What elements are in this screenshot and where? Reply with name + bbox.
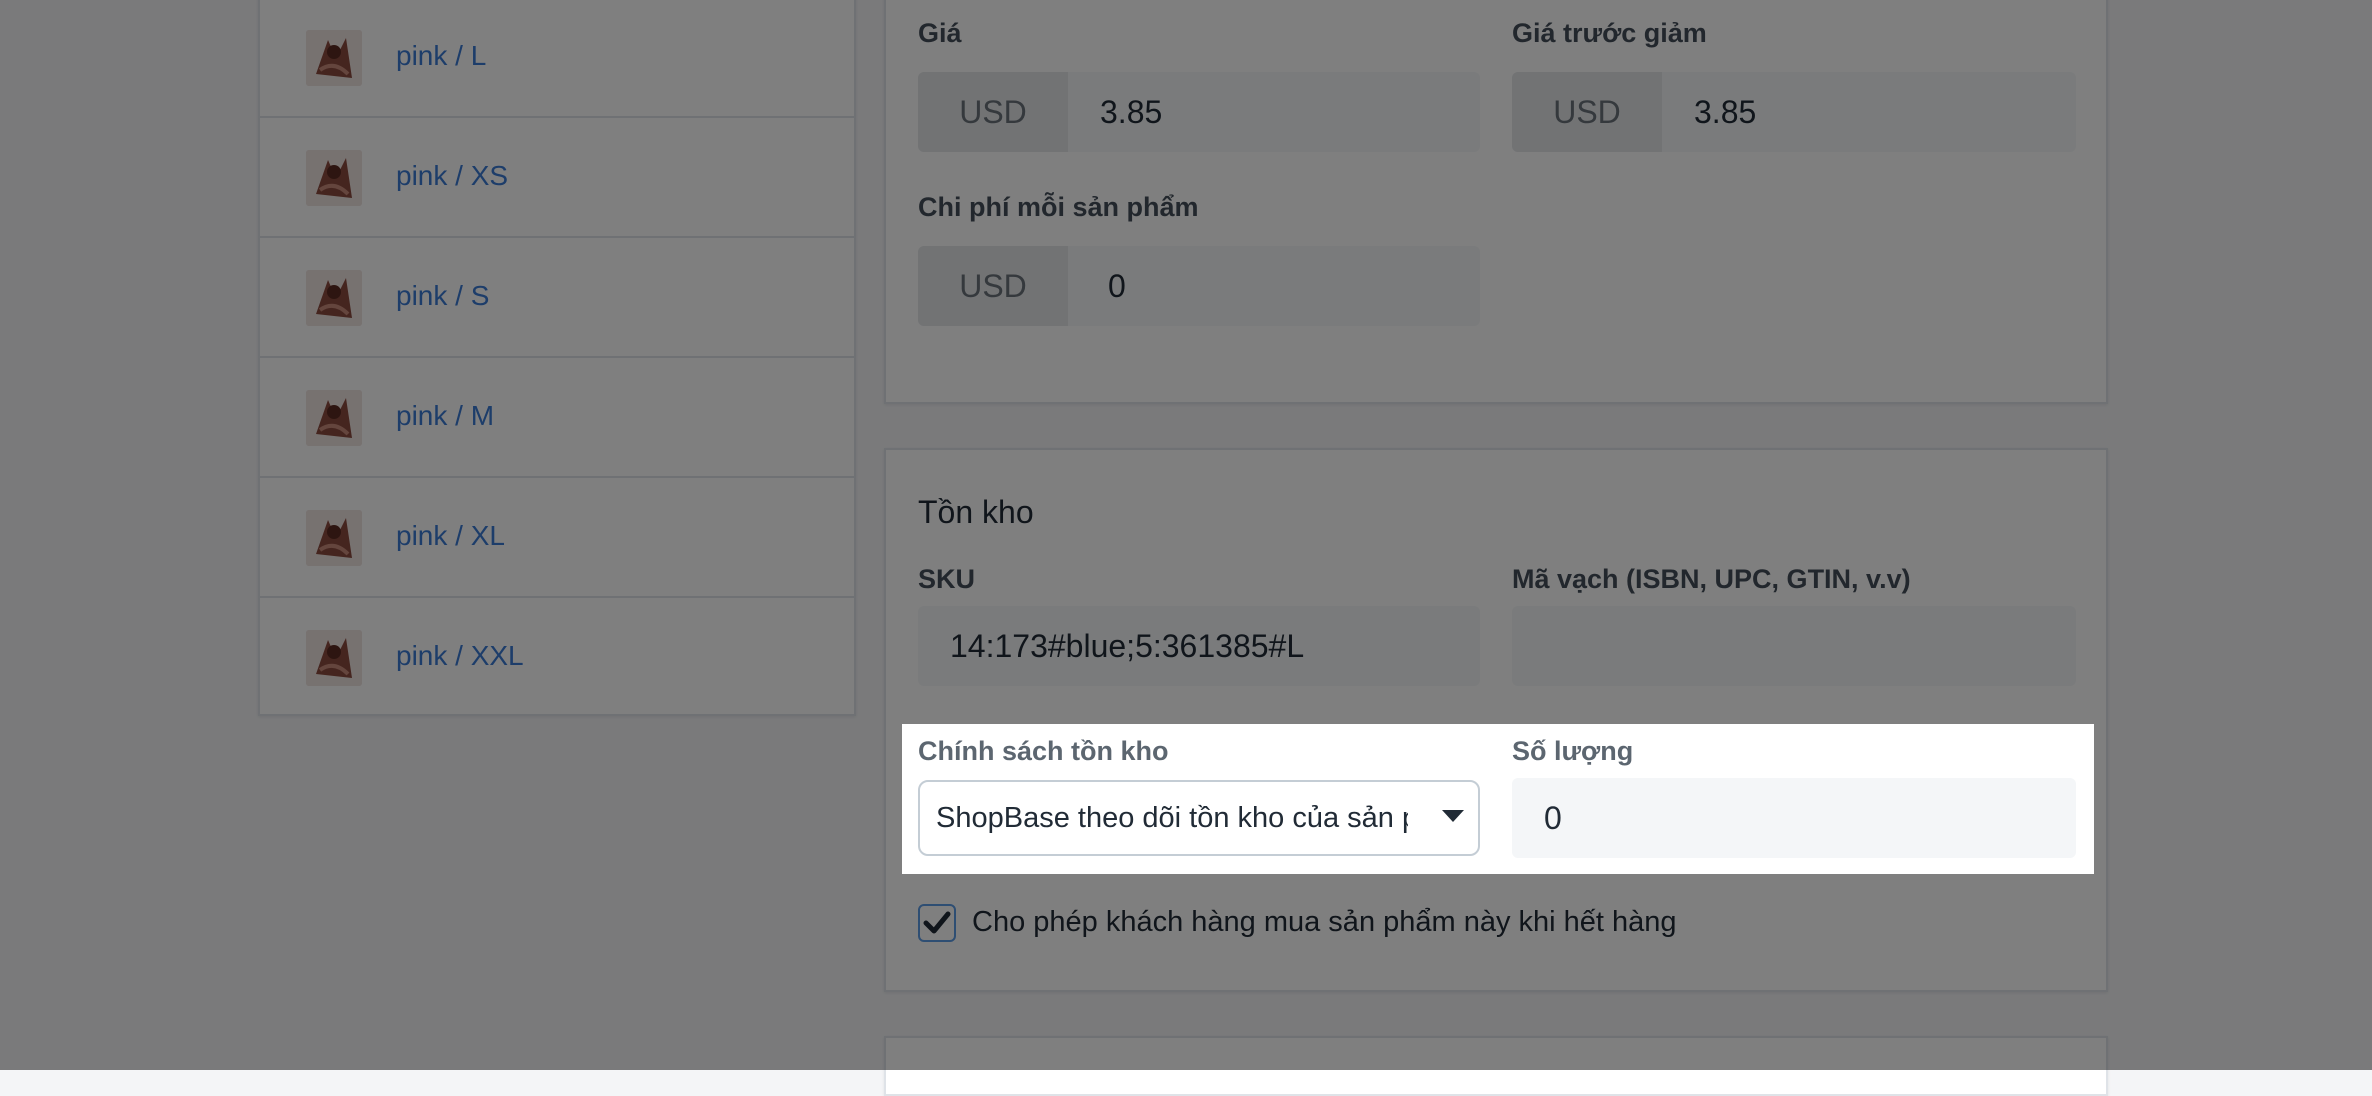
quantity-input[interactable]: 0	[1512, 778, 2076, 858]
inventory-policy-label: Chính sách tồn kho	[918, 736, 1169, 766]
inventory-policy-select[interactable]: ShopBase theo dõi tồn kho của sản phẩm	[918, 780, 1480, 856]
dim-overlay-left	[0, 724, 902, 874]
quantity-value: 0	[1544, 800, 1562, 836]
chevron-down-icon	[1442, 810, 1464, 822]
inventory-policy-value: ShopBase theo dõi tồn kho của sản phẩm	[936, 802, 1408, 834]
quantity-label: Số lượng	[1512, 736, 1634, 766]
dim-overlay-top	[0, 0, 2372, 724]
dim-overlay-right	[2094, 724, 2372, 874]
dim-overlay-bottom	[0, 874, 2372, 1070]
